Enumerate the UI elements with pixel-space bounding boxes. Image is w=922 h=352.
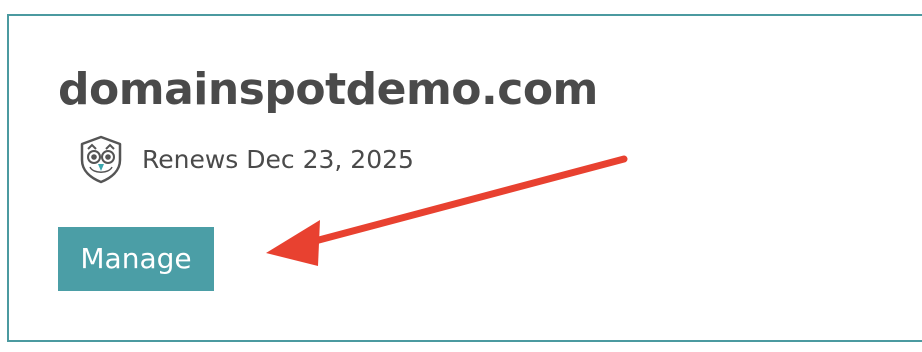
renewal-row: Renews Dec 23, 2025 <box>76 134 414 184</box>
domain-name: domainspotdemo.com <box>58 64 598 115</box>
owl-shield-icon <box>76 134 126 184</box>
manage-button[interactable]: Manage <box>58 227 214 291</box>
renewal-date-text: Renews Dec 23, 2025 <box>142 144 414 174</box>
